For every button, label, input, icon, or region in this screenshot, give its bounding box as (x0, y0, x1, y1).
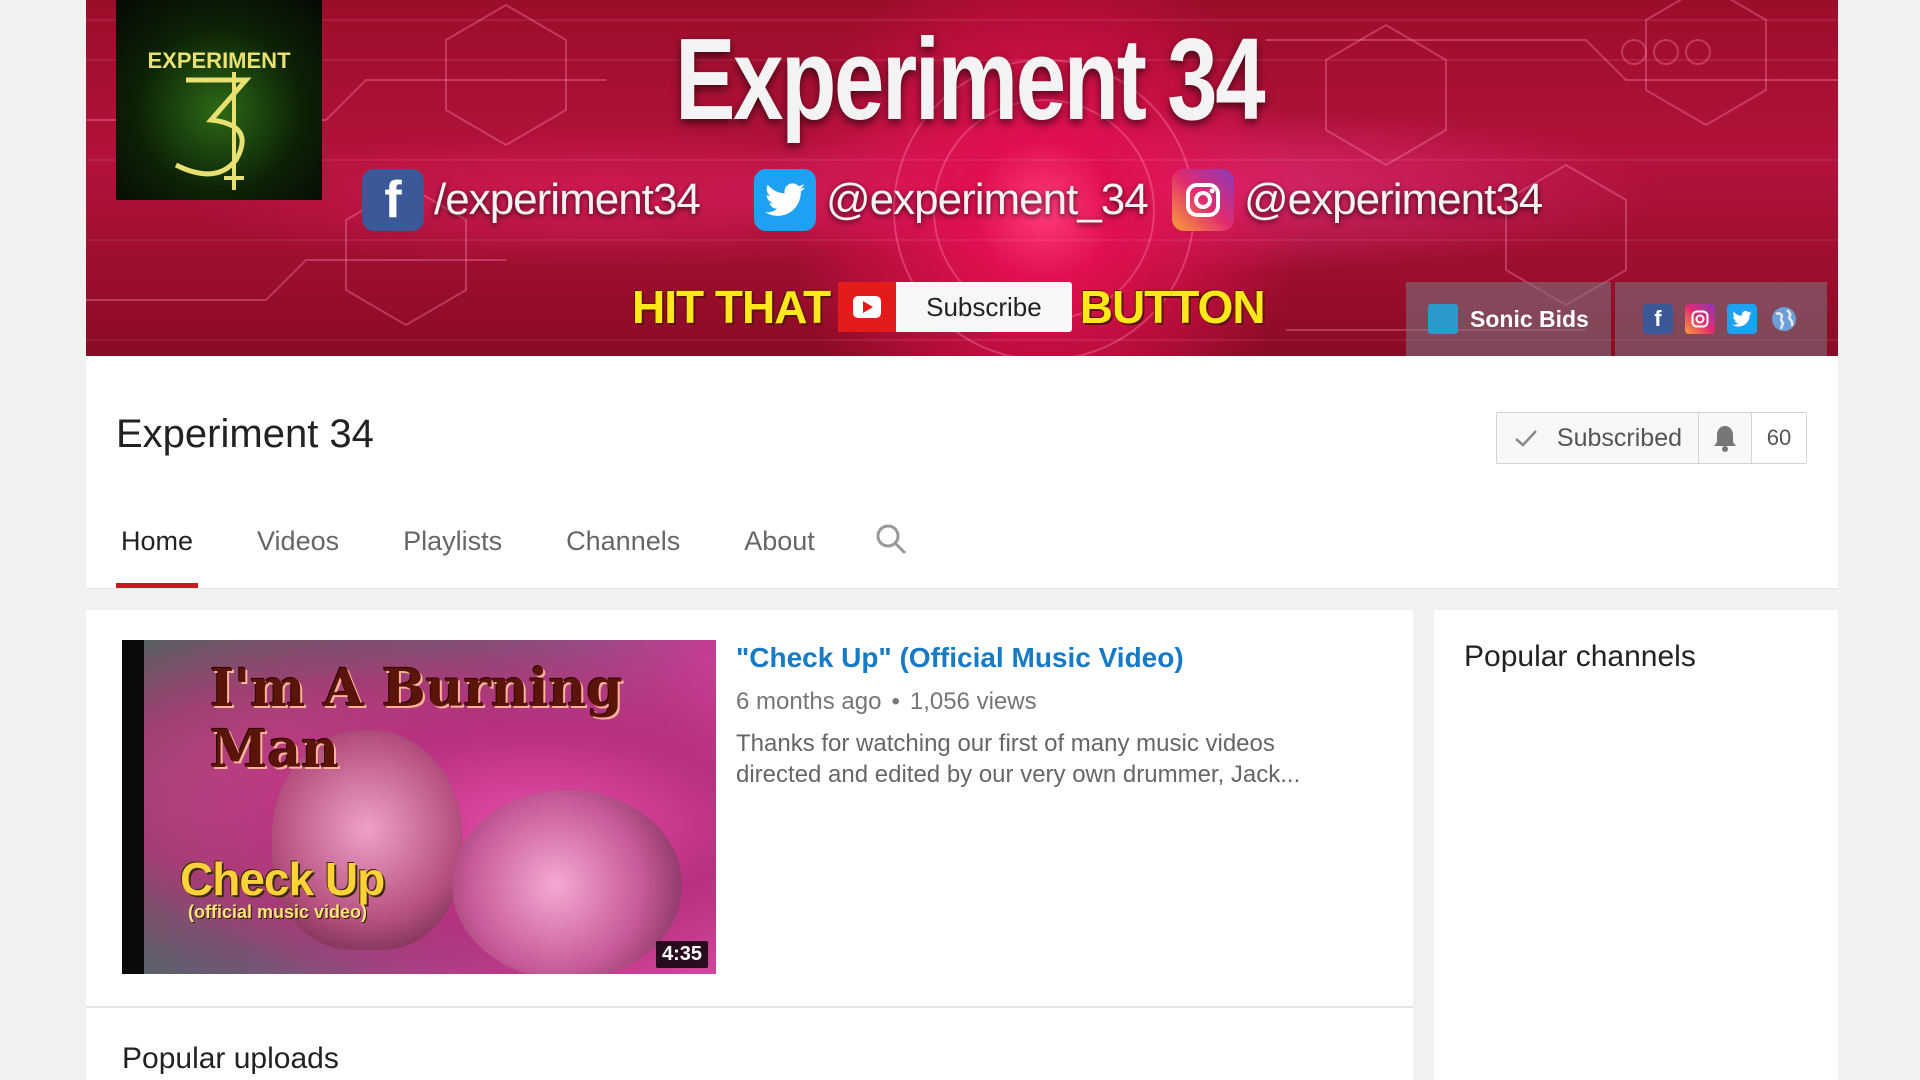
instagram-icon (1172, 169, 1234, 231)
banner-title: Experiment 34 (675, 14, 1265, 144)
tab-channels[interactable]: Channels (561, 528, 685, 588)
hit-that-button-graphic: HIT THAT Subscribe BUTTON (632, 280, 1266, 334)
tab-videos-label: Videos (257, 526, 340, 556)
channel-tabs: Home Videos Playlists Channels About (116, 524, 908, 588)
tab-channels-label: Channels (566, 526, 681, 556)
sonic-bids-label: Sonic Bids (1470, 305, 1589, 332)
instagram-handle: @experiment34 (1244, 175, 1543, 224)
video-description-line1: Thanks for watching our first of many mu… (736, 730, 1275, 757)
banner-social-links: f (1614, 282, 1827, 356)
tab-playlists[interactable]: Playlists (398, 528, 507, 588)
tab-home[interactable]: Home (116, 526, 199, 588)
instagram-link-icon[interactable] (1684, 304, 1715, 334)
twitter-icon (754, 169, 816, 231)
tab-playlists-label: Playlists (403, 526, 503, 556)
sonic-bids-icon (1428, 304, 1458, 334)
tab-about-label: About (744, 526, 815, 556)
subscribed-label: Subscribed (1556, 423, 1682, 452)
bell-icon (1714, 426, 1736, 452)
video-description-line2: directed and edited by our very own drum… (736, 761, 1301, 788)
popular-channels-sidebar: Popular channels (1434, 610, 1838, 1080)
video-thumbnail[interactable]: I'm A Burning Man Check Up (official mus… (122, 640, 716, 974)
popular-channels-heading: Popular channels (1464, 640, 1696, 673)
popular-uploads-heading: Popular uploads (122, 1042, 339, 1075)
thumbnail-subtitle-text: (official music video) (188, 902, 368, 922)
channel-header: Experiment 34 Subscribed 60 Home Videos … (86, 356, 1838, 589)
channel-title: Experiment 34 (116, 412, 374, 456)
subscription-controls: Subscribed 60 (1495, 412, 1807, 464)
video-title-link[interactable]: "Check Up" (Official Music Video) (736, 642, 1376, 674)
subscriber-count: 60 (1752, 413, 1806, 463)
tab-about[interactable]: About (739, 528, 820, 588)
facebook-icon: f (362, 169, 424, 231)
page: EXPERIMENT Experiment 34 f /experiment34… (0, 0, 1920, 1080)
video-description: Thanks for watching our first of many mu… (736, 728, 1376, 790)
banner-twitter: @experiment_34 (754, 168, 1149, 232)
channel-banner: EXPERIMENT Experiment 34 f /experiment34… (86, 0, 1838, 356)
notification-bell-button[interactable] (1699, 413, 1752, 463)
twitter-link-icon[interactable] (1726, 304, 1757, 334)
popular-uploads-section: Popular uploads (86, 1008, 1413, 1080)
youtube-play-icon (838, 282, 897, 332)
subscribe-graphic: Subscribe (838, 282, 1072, 332)
video-info: "Check Up" (Official Music Video) 6 mont… (736, 642, 1376, 790)
video-duration: 4:35 (655, 941, 708, 968)
thumbnail-title-text: I'm A Burning Man (210, 658, 623, 780)
thumbnail-checkup-text: Check Up (180, 853, 385, 905)
video-meta: 6 months ago • 1,056 views (736, 688, 1376, 716)
featured-video-section: I'm A Burning Man Check Up (official mus… (86, 610, 1413, 1008)
meta-separator: • (891, 688, 900, 715)
banner-link-sonic-bids[interactable]: Sonic Bids (1406, 282, 1611, 356)
subscribe-graphic-label: Subscribe (926, 291, 1042, 322)
button-text: BUTTON (1079, 281, 1266, 333)
banner-facebook: f /experiment34 (362, 168, 701, 232)
banner-links: Sonic Bids f (1406, 282, 1827, 356)
twitter-handle: @experiment_34 (826, 175, 1149, 224)
video-views: 1,056 views (909, 688, 1037, 715)
tab-home-label: Home (121, 526, 194, 556)
search-icon[interactable] (874, 522, 908, 556)
facebook-handle: /experiment34 (434, 175, 701, 224)
globe-link-icon[interactable] (1769, 304, 1799, 334)
checkmark-icon (1515, 430, 1537, 447)
subscribed-button[interactable]: Subscribed (1497, 413, 1699, 463)
video-age: 6 months ago (736, 688, 882, 715)
banner-instagram: @experiment34 (1172, 168, 1543, 232)
thumbnail-face-right (452, 790, 682, 974)
tab-videos[interactable]: Videos (252, 528, 344, 588)
facebook-link-icon[interactable]: f (1642, 304, 1673, 334)
hit-that-text: HIT THAT (632, 281, 831, 333)
